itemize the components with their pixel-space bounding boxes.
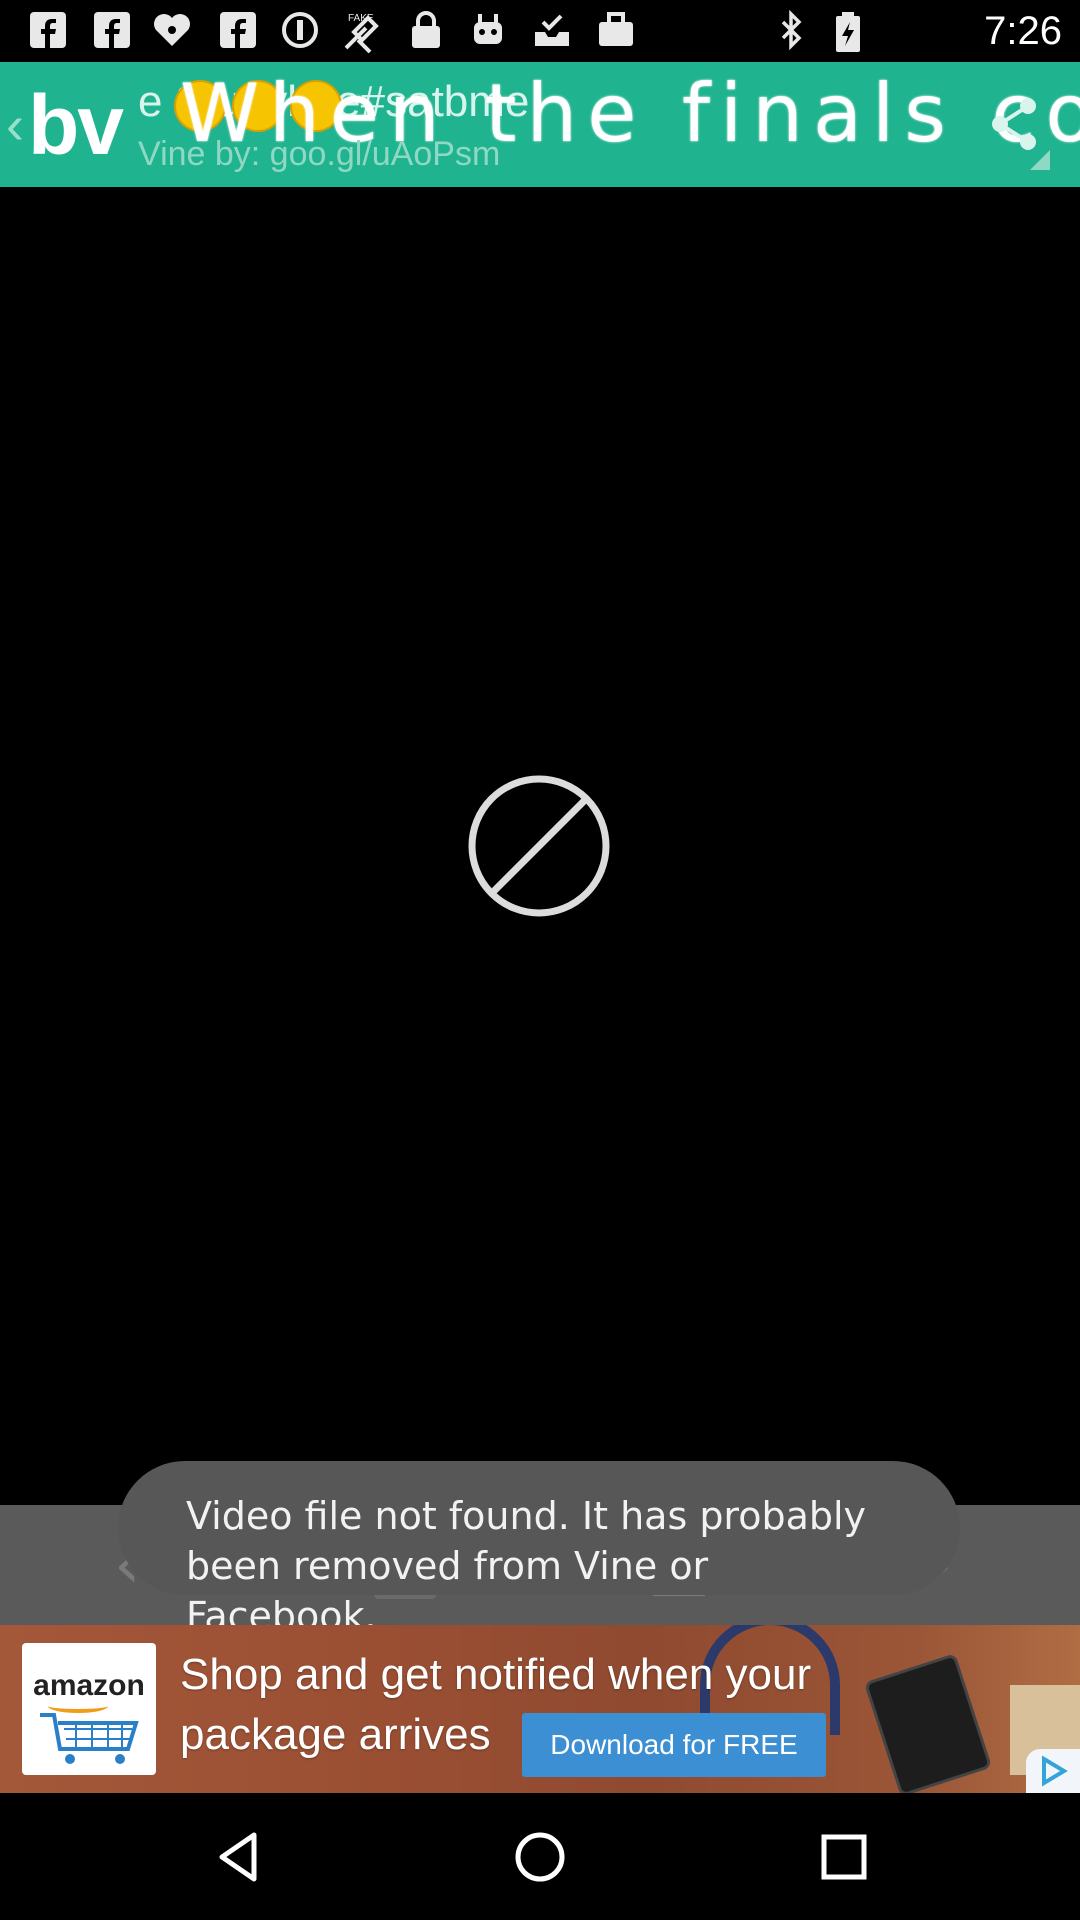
facebook-icon bbox=[26, 10, 70, 54]
video-player[interactable] bbox=[0, 187, 1080, 1505]
recents-square-icon[interactable] bbox=[814, 1827, 874, 1887]
phone-image bbox=[863, 1653, 993, 1793]
fake-gps-icon: FAKE bbox=[340, 10, 384, 54]
app-logo[interactable]: bv bbox=[28, 80, 124, 170]
ad-banner[interactable]: amazon Shop and get notified when your p… bbox=[0, 1625, 1080, 1793]
amazon-logo-word: amazon bbox=[33, 1669, 145, 1702]
home-circle-icon[interactable] bbox=[510, 1827, 570, 1887]
status-time: 7:26 bbox=[984, 9, 1062, 53]
shopping-cart-icon bbox=[40, 1713, 139, 1764]
battery-icon bbox=[826, 10, 870, 54]
bluetooth-icon bbox=[770, 9, 814, 54]
inbox-check-icon bbox=[530, 10, 574, 54]
status-bar: FAKE 7:26 bbox=[0, 0, 1080, 62]
post-subtitle: Vine by: goo.gl/uAoPsm bbox=[138, 135, 501, 173]
back-button[interactable]: ‹ bbox=[6, 98, 24, 152]
ad-choices-icon[interactable] bbox=[1026, 1749, 1080, 1793]
ad-download-button[interactable]: Download for FREE bbox=[522, 1713, 826, 1777]
corner-indicator-icon bbox=[1030, 150, 1050, 170]
error-toast: Video file not found. It has probably be… bbox=[118, 1461, 960, 1638]
toast-message: Video file not found. It has probably be… bbox=[186, 1494, 867, 1638]
iheartradio-icon bbox=[150, 10, 194, 54]
android-icon bbox=[466, 10, 510, 54]
lock-icon bbox=[404, 10, 448, 54]
facebook-icon bbox=[216, 10, 260, 54]
info-circle-icon bbox=[278, 10, 322, 54]
share-icon[interactable] bbox=[986, 94, 1046, 154]
briefcase-icon bbox=[594, 10, 638, 54]
system-nav-bar bbox=[0, 1793, 1080, 1920]
video-unavailable-icon bbox=[468, 775, 610, 917]
back-triangle-icon[interactable] bbox=[208, 1827, 268, 1887]
app-header: ‹ bv e Studybae#satbme When the finals c… bbox=[0, 62, 1080, 187]
facebook-icon bbox=[90, 10, 134, 54]
amazon-logo: amazon bbox=[22, 1643, 156, 1775]
